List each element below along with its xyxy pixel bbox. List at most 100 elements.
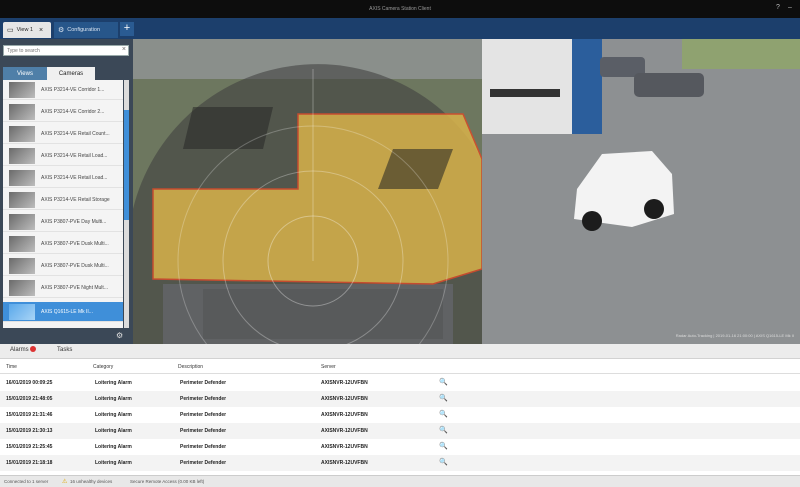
camera-name: AXIS P3807-PVE Dusk Multi...	[41, 263, 109, 269]
table-row[interactable]: 15/01/2019 21:48:05 Loitering Alarm Peri…	[0, 391, 800, 407]
column-header-description[interactable]: Description	[178, 364, 203, 370]
camera-thumbnail	[9, 126, 35, 142]
camera-thumbnail	[9, 304, 35, 320]
cell-server: AXISNVR-12UVFBN	[321, 460, 368, 466]
cell-category: Loitering Alarm	[95, 412, 132, 418]
table-row[interactable]: 15/01/2019 21:18:18 Loitering Alarm Peri…	[0, 455, 800, 471]
camera-name: AXIS Q1615-LE Mk II...	[41, 309, 93, 315]
cell-category: Loitering Alarm	[95, 428, 132, 434]
tab-views[interactable]: Views	[3, 67, 47, 80]
help-icon[interactable]: ?	[776, 4, 780, 11]
camera-name: AXIS P3807-PVE Night Mult...	[41, 285, 108, 291]
search-icon[interactable]: 🔍	[439, 378, 448, 386]
gear-icon: ⚙	[58, 27, 65, 34]
tab-configuration[interactable]: ⚙ Configuration	[54, 22, 118, 38]
sidebar: Type to search × Views Cameras AXIS P321…	[0, 39, 133, 344]
warning-icon: ⚠	[62, 479, 68, 485]
camera-list-item[interactable]: AXIS P3214-VE Corridor 2...	[3, 102, 123, 122]
alarms-panel: Alarms Tasks Time Category Description S…	[0, 344, 800, 475]
add-tab-button[interactable]: +	[120, 22, 134, 36]
camera-list-item[interactable]: AXIS P3807-PVE Dusk Multi...	[3, 234, 123, 254]
column-header-time[interactable]: Time	[6, 364, 17, 370]
table-row[interactable]: 16/01/2019 00:09:25 Loitering Alarm Peri…	[0, 375, 800, 391]
camera-name: AXIS P3214-VE Corridor 2...	[41, 109, 105, 115]
cell-time: 15/01/2019 21:48:05	[6, 396, 53, 402]
tab-tasks[interactable]: Tasks	[57, 347, 72, 353]
sidebar-tabs: Views Cameras	[3, 67, 129, 80]
close-tab-icon[interactable]: ×	[39, 27, 43, 34]
cell-time: 15/01/2019 21:25:45	[6, 444, 53, 450]
tab-view-1[interactable]: ▭ View 1 ×	[3, 22, 51, 38]
radar-overlay	[133, 39, 482, 344]
cell-description: Perimeter Defender	[180, 396, 227, 402]
camera-list-item[interactable]: AXIS P3807-PVE Day Multi...	[3, 212, 123, 232]
device-warning[interactable]: 16 unhealthy devices	[70, 479, 112, 484]
cell-server: AXISNVR-12UVFBN	[321, 396, 368, 402]
camera-list-item[interactable]: AXIS P3214-VE Corridor 1...	[3, 80, 123, 100]
table-row[interactable]: 15/01/2019 21:31:46 Loitering Alarm Peri…	[0, 407, 800, 423]
cell-time: 16/01/2019 00:09:25	[6, 380, 53, 386]
table-row[interactable]: 15/01/2019 21:25:45 Loitering Alarm Peri…	[0, 439, 800, 455]
search-icon[interactable]: 🔍	[439, 426, 448, 434]
camera-list-scrollbar[interactable]	[124, 80, 129, 328]
camera-list: AXIS P3214-VE Corridor 1... AXIS P3214-V…	[3, 80, 123, 328]
camera-name: AXIS P3214-VE Retail Storage	[41, 197, 110, 203]
title-bar: AXIS Camera Station Client ? –	[0, 0, 800, 18]
camera-thumbnail	[9, 170, 35, 186]
cell-time: 15/01/2019 21:30:13	[6, 428, 53, 434]
search-icon[interactable]: 🔍	[439, 442, 448, 450]
tab-config-label: Configuration	[67, 27, 100, 33]
table-row[interactable]: 15/01/2019 21:30:13 Loitering Alarm Peri…	[0, 423, 800, 439]
cell-category: Loitering Alarm	[95, 460, 132, 466]
monitor-icon: ▭	[7, 27, 14, 34]
search-placeholder: Type to search	[7, 48, 40, 54]
camera-name: AXIS P3214-VE Corridor 1...	[41, 87, 105, 93]
camera-thumbnail	[9, 104, 35, 120]
search-icon[interactable]: 🔍	[439, 394, 448, 402]
cell-category: Loitering Alarm	[95, 396, 132, 402]
cell-category: Loitering Alarm	[95, 380, 132, 386]
camera-list-item[interactable]: AXIS P3807-PVE Dusk Multi...	[3, 256, 123, 276]
camera-list-item[interactable]: AXIS P3214-VE Retail Load...	[3, 168, 123, 188]
camera-list-item[interactable]: AXIS P3807-PVE Night Mult...	[3, 278, 123, 298]
clear-search-icon[interactable]: ×	[122, 46, 126, 53]
camera-thumbnail	[9, 82, 35, 98]
tab-cameras[interactable]: Cameras	[47, 67, 95, 80]
column-header-category[interactable]: Category	[93, 364, 113, 370]
cell-description: Perimeter Defender	[180, 412, 227, 418]
search-input[interactable]: Type to search ×	[3, 45, 129, 56]
camera-thumbnail	[9, 280, 35, 296]
alarm-badge	[30, 346, 36, 352]
camera-name: AXIS P3214-VE Retail Count...	[41, 131, 110, 137]
camera-list-item-selected[interactable]: AXIS Q1615-LE Mk II...	[3, 302, 123, 322]
camera-thumbnail	[9, 258, 35, 274]
minimize-icon[interactable]: –	[788, 4, 792, 11]
cell-time: 15/01/2019 21:31:46	[6, 412, 53, 418]
settings-gear-icon[interactable]: ⚙	[116, 331, 123, 340]
camera-name: AXIS P3807-PVE Dusk Multi...	[41, 241, 109, 247]
window-title: AXIS Camera Station Client	[369, 6, 431, 12]
scrollbar-thumb[interactable]	[124, 110, 129, 220]
cell-description: Perimeter Defender	[180, 380, 227, 386]
cell-category: Loitering Alarm	[95, 444, 132, 450]
search-icon[interactable]: 🔍	[439, 458, 448, 466]
camera-list-item[interactable]: AXIS P3214-VE Retail Storage	[3, 190, 123, 210]
column-header-server[interactable]: Server	[321, 364, 336, 370]
secure-remote-access-status: Secure Remote Access (0.00 KB left)	[130, 479, 205, 484]
radar-camera-view[interactable]	[133, 39, 482, 344]
parking-camera-view[interactable]: Radar Auto-Tracking | 2019-01-16 21:00:0…	[482, 39, 800, 344]
cell-time: 15/01/2019 21:18:18	[6, 460, 53, 466]
cell-description: Perimeter Defender	[180, 460, 227, 466]
camera-list-item[interactable]: AXIS P3214-VE Retail Count...	[3, 124, 123, 144]
cell-server: AXISNVR-12UVFBN	[321, 380, 368, 386]
parking-scene	[482, 39, 800, 344]
cell-server: AXISNVR-12UVFBN	[321, 428, 368, 434]
search-icon[interactable]: 🔍	[439, 410, 448, 418]
alarm-tabs: Alarms Tasks	[0, 344, 800, 359]
tab-alarms[interactable]: Alarms	[10, 347, 29, 353]
camera-name: AXIS P3214-VE Retail Load...	[41, 175, 108, 181]
cell-server: AXISNVR-12UVFBN	[321, 412, 368, 418]
tab-view-label: View 1	[16, 27, 34, 33]
cell-description: Perimeter Defender	[180, 428, 227, 434]
camera-list-item[interactable]: AXIS P3214-VE Retail Load...	[3, 146, 123, 166]
